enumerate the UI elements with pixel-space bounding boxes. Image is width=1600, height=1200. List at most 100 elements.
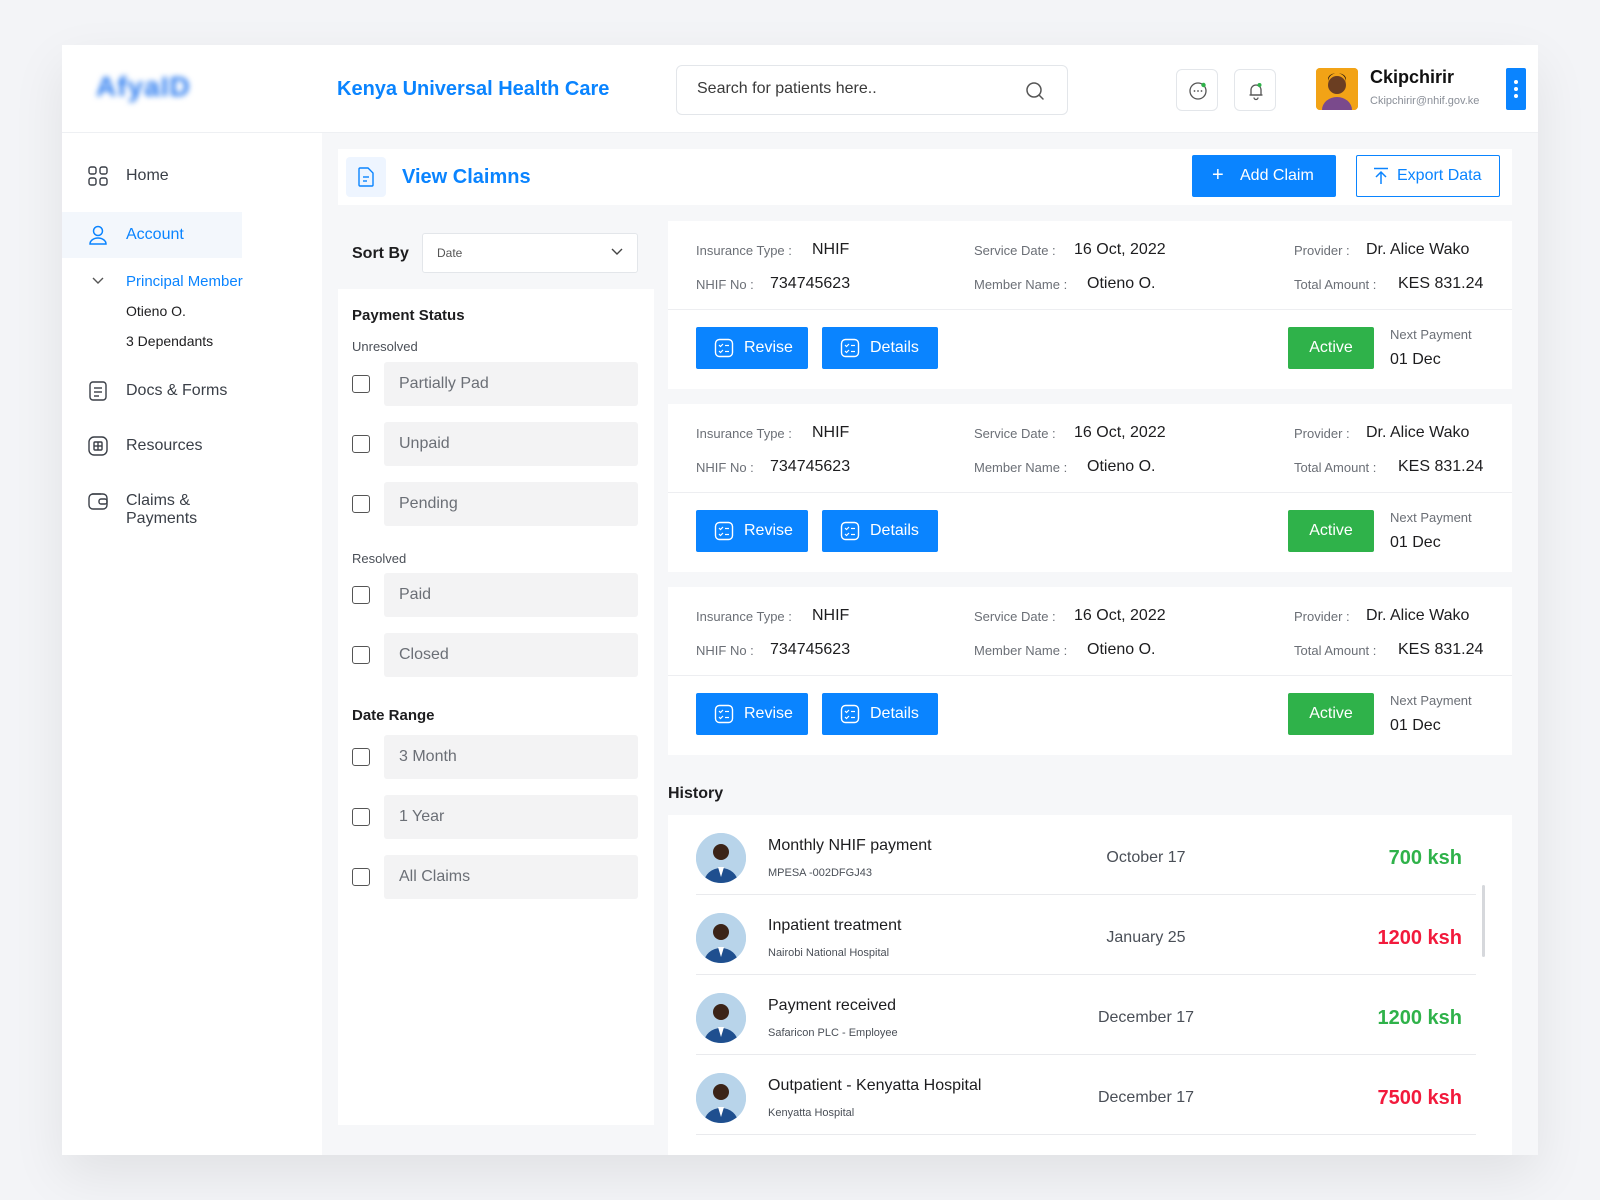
details-button[interactable]: Details <box>822 510 938 552</box>
status-badge: Active <box>1288 327 1374 369</box>
sidebar-item-label: Resources <box>126 437 203 454</box>
more-menu-button[interactable] <box>1506 68 1526 110</box>
filter-pending[interactable]: Pending <box>352 482 638 526</box>
filter-closed[interactable]: Closed <box>352 633 638 677</box>
avatar <box>696 913 746 963</box>
sidebar-item-docs-forms[interactable]: Docs & Forms <box>62 368 242 414</box>
principal-member-name[interactable]: Otieno O. <box>126 303 186 319</box>
member-name: Otieno O. <box>1087 641 1156 658</box>
sort-section: Sort By Date <box>338 221 654 289</box>
nhif-number: 734745623 <box>770 641 851 658</box>
next-payment-date: 01 Dec <box>1390 534 1441 551</box>
date-range-heading: Date Range <box>352 707 435 724</box>
checkbox[interactable] <box>352 748 370 766</box>
search-icon[interactable] <box>1025 81 1045 101</box>
sidebar-item-label: Docs & Forms <box>126 382 228 399</box>
filter-partially-paid[interactable]: Partially Pad <box>352 362 638 406</box>
sidebar-item-claims-payments[interactable]: Claims & Payments <box>62 478 242 527</box>
notification-button[interactable] <box>1234 69 1276 111</box>
insurance-type: NHIF <box>812 241 850 258</box>
revise-button[interactable]: Revise <box>696 693 808 735</box>
checklist-icon <box>714 521 734 541</box>
nhif-number: 734745623 <box>770 275 851 292</box>
provider: Dr. Alice Wako <box>1366 424 1470 441</box>
chat-button[interactable] <box>1176 69 1218 111</box>
insurance-type: NHIF <box>812 424 850 441</box>
sidebar-item-label: Home <box>126 167 169 184</box>
service-date: 16 Oct, 2022 <box>1074 424 1166 441</box>
amount: 1200 ksh <box>1377 1007 1462 1029</box>
filter-unpaid[interactable]: Unpaid <box>352 422 638 466</box>
user-avatar[interactable] <box>1316 68 1358 110</box>
claim-card: Insurance Type : NHIF NHIF No : 73474562… <box>668 221 1512 389</box>
checkbox[interactable] <box>352 375 370 393</box>
wallet-icon <box>88 493 108 510</box>
document-icon <box>89 381 107 401</box>
details-button[interactable]: Details <box>822 693 938 735</box>
sidebar-item-account[interactable]: Account <box>62 212 242 258</box>
payment-status-heading: Payment Status <box>352 307 465 324</box>
dependants-link[interactable]: 3 Dependants <box>126 333 213 349</box>
search-input[interactable] <box>697 80 1017 98</box>
total-amount: KES 831.24 <box>1398 275 1484 292</box>
bell-icon <box>1249 83 1263 101</box>
next-payment-date: 01 Dec <box>1390 351 1441 368</box>
sort-label: Sort By <box>352 245 409 262</box>
checklist-icon <box>714 704 734 724</box>
app-title: Kenya Universal Health Care <box>337 78 610 100</box>
checklist-icon <box>714 338 734 358</box>
checkbox[interactable] <box>352 808 370 826</box>
export-data-button[interactable]: Export Data <box>1356 155 1500 197</box>
user-email: Ckipchirir@nhif.gov.ke <box>1370 95 1480 107</box>
sidebar-item-resources[interactable]: Resources <box>62 423 242 469</box>
sidebar-item-label: Account <box>126 226 184 243</box>
total-amount: KES 831.24 <box>1398 641 1484 658</box>
chevron-down-icon <box>92 277 104 284</box>
status-badge: Active <box>1288 510 1374 552</box>
avatar <box>696 1073 746 1123</box>
search-box[interactable] <box>676 65 1068 115</box>
claim-card: Insurance Type : NHIF NHIF No : 73474562… <box>668 404 1512 572</box>
filter-1-year[interactable]: 1 Year <box>352 795 638 839</box>
page-header: View Claimns + Add Claim Export Data <box>338 149 1512 205</box>
filter-all-claims[interactable]: All Claims <box>352 855 638 899</box>
history-scrollbar[interactable] <box>1482 885 1485 957</box>
checkbox[interactable] <box>352 868 370 886</box>
plus-icon: + <box>1212 164 1224 186</box>
history-row[interactable]: Inpatient treatment Nairobi National Hos… <box>696 895 1476 975</box>
service-date: 16 Oct, 2022 <box>1074 241 1166 258</box>
history-row[interactable]: Monthly NHIF payment MPESA -002DFGJ43 Oc… <box>696 815 1476 895</box>
history-row[interactable]: Payment received Safaricon PLC - Employe… <box>696 975 1476 1055</box>
history-heading: History <box>668 785 724 802</box>
filter-paid[interactable]: Paid <box>352 573 638 617</box>
revise-button[interactable]: Revise <box>696 510 808 552</box>
filter-panel: Sort By Date Payment Status Unresolved P… <box>338 221 654 1125</box>
user-avatar-image <box>1316 68 1358 110</box>
checkbox[interactable] <box>352 435 370 453</box>
next-payment-date: 01 Dec <box>1390 717 1441 734</box>
history-row[interactable]: Outpatient - Kenyatta Hospital Kenyatta … <box>696 1055 1476 1135</box>
checklist-icon <box>840 521 860 541</box>
checkbox[interactable] <box>352 586 370 604</box>
grid-icon <box>88 166 108 186</box>
chevron-down-icon <box>611 248 623 255</box>
checklist-icon <box>840 338 860 358</box>
service-date: 16 Oct, 2022 <box>1074 607 1166 624</box>
details-button[interactable]: Details <box>822 327 938 369</box>
avatar <box>696 833 746 883</box>
status-badge: Active <box>1288 693 1374 735</box>
claims-icon <box>346 157 386 197</box>
sort-dropdown[interactable]: Date <box>422 233 638 273</box>
avatar <box>696 993 746 1043</box>
provider: Dr. Alice Wako <box>1366 607 1470 624</box>
checkbox[interactable] <box>352 495 370 513</box>
filter-3-month[interactable]: 3 Month <box>352 735 638 779</box>
top-bar: AfyaID Kenya Universal Health Care Searc… <box>62 45 1538 133</box>
sidebar-item-home[interactable]: Home <box>62 153 242 199</box>
add-claim-button[interactable]: + Add Claim <box>1192 155 1336 197</box>
history-list: Monthly NHIF payment MPESA -002DFGJ43 Oc… <box>668 815 1512 1155</box>
amount: 700 ksh <box>1388 847 1462 869</box>
logo[interactable]: AfyaID <box>96 71 216 107</box>
revise-button[interactable]: Revise <box>696 327 808 369</box>
checkbox[interactable] <box>352 646 370 664</box>
